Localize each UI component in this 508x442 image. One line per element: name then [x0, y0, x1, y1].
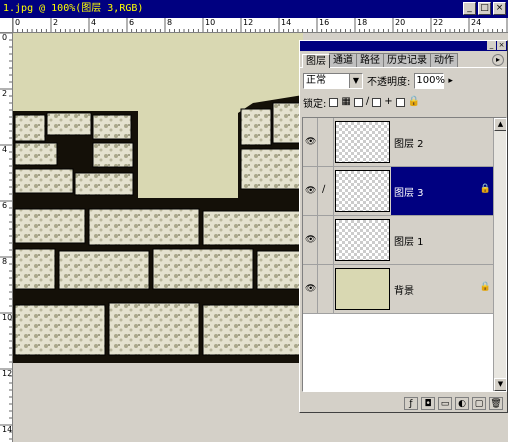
- ruler-h-label: 20: [395, 18, 406, 27]
- layer-name[interactable]: 图层 1: [394, 233, 424, 248]
- delete-layer-button[interactable]: 🗑: [489, 396, 503, 410]
- window-controls: _ □ ×: [463, 2, 506, 15]
- ruler-v-label: 10: [2, 313, 13, 322]
- lock-icon: 🔒: [479, 282, 491, 292]
- ruler-h-label: 6: [129, 18, 135, 27]
- visibility-toggle[interactable]: 👁: [303, 167, 318, 215]
- ruler-h-label: 12: [243, 18, 254, 27]
- eye-icon: 👁: [305, 284, 317, 294]
- vertical-ruler[interactable]: 0 2 4 6 8 10 12 14: [0, 33, 13, 442]
- layer-thumbnail: [335, 121, 390, 163]
- palette-close-button[interactable]: ×: [497, 41, 506, 50]
- ruler-h-label: 4: [91, 18, 97, 27]
- new-layer-button[interactable]: ▢: [472, 396, 486, 410]
- stone-wall-image: [13, 95, 303, 363]
- layers-list[interactable]: 👁 图层 2 👁 ∕ 图层 3 🔒 👁 图层 1 👁 背景 🔒 ▲ ▼: [302, 117, 507, 392]
- opacity-slider-arrow-icon[interactable]: ▸: [448, 76, 453, 86]
- new-fill-layer-button[interactable]: ◐: [455, 396, 469, 410]
- transparency-icon: ▦: [341, 96, 351, 107]
- tab-paths[interactable]: 路径: [356, 53, 384, 67]
- close-button[interactable]: ×: [493, 2, 506, 15]
- eye-icon: 👁: [305, 235, 317, 245]
- ruler-v-label: 12: [2, 369, 13, 378]
- tab-actions[interactable]: 动作: [430, 53, 458, 67]
- horizontal-ruler[interactable]: 0 2 4 6 8 10 12 14 16 18 20 22 24: [13, 18, 508, 33]
- palette-minimize-button[interactable]: _: [487, 41, 496, 50]
- ruler-v-label: 14: [2, 425, 13, 434]
- link-cell[interactable]: [319, 118, 334, 166]
- opacity-label: 不透明度:: [367, 77, 411, 88]
- scroll-up-icon[interactable]: ▲: [494, 118, 506, 131]
- visibility-toggle[interactable]: 👁: [303, 118, 318, 166]
- layer-thumbnail: [335, 170, 390, 212]
- layer-row-selected[interactable]: 👁 ∕ 图层 3 🔒: [303, 167, 493, 216]
- palette-menu-icon[interactable]: ▸: [492, 54, 504, 66]
- tab-layers[interactable]: 图层: [302, 54, 330, 68]
- ruler-h-label: 22: [433, 18, 444, 27]
- palette-tabs: 图层 通道 路径 历史记录 动作 ▸: [300, 53, 507, 68]
- document-titlebar[interactable]: 1.jpg @ 100%(图层 3,RGB) _ □ ×: [0, 0, 508, 18]
- brush-icon: ∕: [322, 184, 326, 195]
- image-canvas[interactable]: [13, 33, 303, 363]
- ruler-h-label: 2: [53, 18, 59, 27]
- layer-row[interactable]: 👁 图层 1: [303, 216, 493, 265]
- layer-name[interactable]: 背景: [394, 282, 414, 297]
- ruler-corner[interactable]: [0, 18, 13, 33]
- ruler-h-label: 24: [471, 18, 482, 27]
- visibility-toggle[interactable]: 👁: [303, 265, 318, 313]
- palette-titlebar[interactable]: _ ×: [300, 41, 507, 51]
- palette-bottom-bar: ƒ ◘ ▭ ◐ ▢ 🗑: [300, 394, 507, 412]
- ruler-h-label: 18: [357, 18, 368, 27]
- lock-label: 锁定:: [303, 98, 327, 110]
- lock-position-checkbox[interactable]: [372, 97, 382, 107]
- lock-row: 锁定: ▦ ∕ + 🔒: [303, 95, 507, 110]
- ruler-h-label: 14: [281, 18, 292, 27]
- scroll-down-icon[interactable]: ▼: [494, 378, 506, 391]
- blend-mode-value: 正常: [306, 74, 326, 86]
- tab-channels[interactable]: 通道: [329, 53, 357, 67]
- ruler-h-label: 16: [319, 18, 330, 27]
- chevron-down-icon[interactable]: ▼: [349, 73, 362, 88]
- ruler-v-label: 6: [2, 201, 8, 210]
- layer-thumbnail: [335, 268, 390, 310]
- add-layer-style-button[interactable]: ƒ: [404, 396, 418, 410]
- lock-transparency-checkbox[interactable]: [329, 97, 339, 107]
- ruler-h-label: 8: [167, 18, 173, 27]
- layer-row[interactable]: 👁 图层 2: [303, 118, 493, 167]
- link-cell[interactable]: ∕: [319, 167, 334, 215]
- add-mask-button[interactable]: ◘: [421, 396, 435, 410]
- opacity-input[interactable]: 100%: [414, 72, 445, 89]
- lock-all-checkbox[interactable]: [395, 97, 405, 107]
- ruler-v-label: 4: [2, 145, 8, 154]
- layers-palette[interactable]: _ × 图层 通道 路径 历史记录 动作 ▸ 正常 ▼ 不透明度: 100% ▸…: [299, 40, 508, 413]
- document-title: 1.jpg @ 100%(图层 3,RGB): [3, 3, 144, 14]
- lock-icon: 🔒: [407, 96, 421, 107]
- layers-scrollbar[interactable]: ▲ ▼: [493, 118, 506, 391]
- maximize-button[interactable]: □: [478, 2, 491, 15]
- layer-thumbnail: [335, 219, 390, 261]
- visibility-toggle[interactable]: 👁: [303, 216, 318, 264]
- lock-icon: 🔒: [479, 184, 491, 194]
- minimize-button[interactable]: _: [463, 2, 476, 15]
- move-icon: +: [384, 96, 393, 107]
- ruler-v-label: 8: [2, 257, 8, 266]
- link-cell[interactable]: [319, 216, 334, 264]
- layer-name[interactable]: 图层 3: [394, 184, 424, 199]
- ruler-h-label: 0: [15, 18, 21, 27]
- brush-icon: ∕: [365, 96, 370, 107]
- blend-mode-select[interactable]: 正常 ▼: [303, 72, 363, 89]
- ruler-v-label: 0: [2, 33, 8, 42]
- tab-history[interactable]: 历史记录: [383, 53, 431, 67]
- layer-name[interactable]: 图层 2: [394, 135, 424, 150]
- link-cell[interactable]: [319, 265, 334, 313]
- eye-icon: 👁: [305, 137, 317, 147]
- new-set-button[interactable]: ▭: [438, 396, 452, 410]
- blend-row: 正常 ▼ 不透明度: 100% ▸: [303, 72, 507, 89]
- ruler-v-label: 2: [2, 89, 8, 98]
- ruler-h-label: 10: [205, 18, 216, 27]
- layer-row[interactable]: 👁 背景 🔒: [303, 265, 493, 314]
- lock-image-checkbox[interactable]: [353, 97, 363, 107]
- eye-icon: 👁: [305, 186, 317, 196]
